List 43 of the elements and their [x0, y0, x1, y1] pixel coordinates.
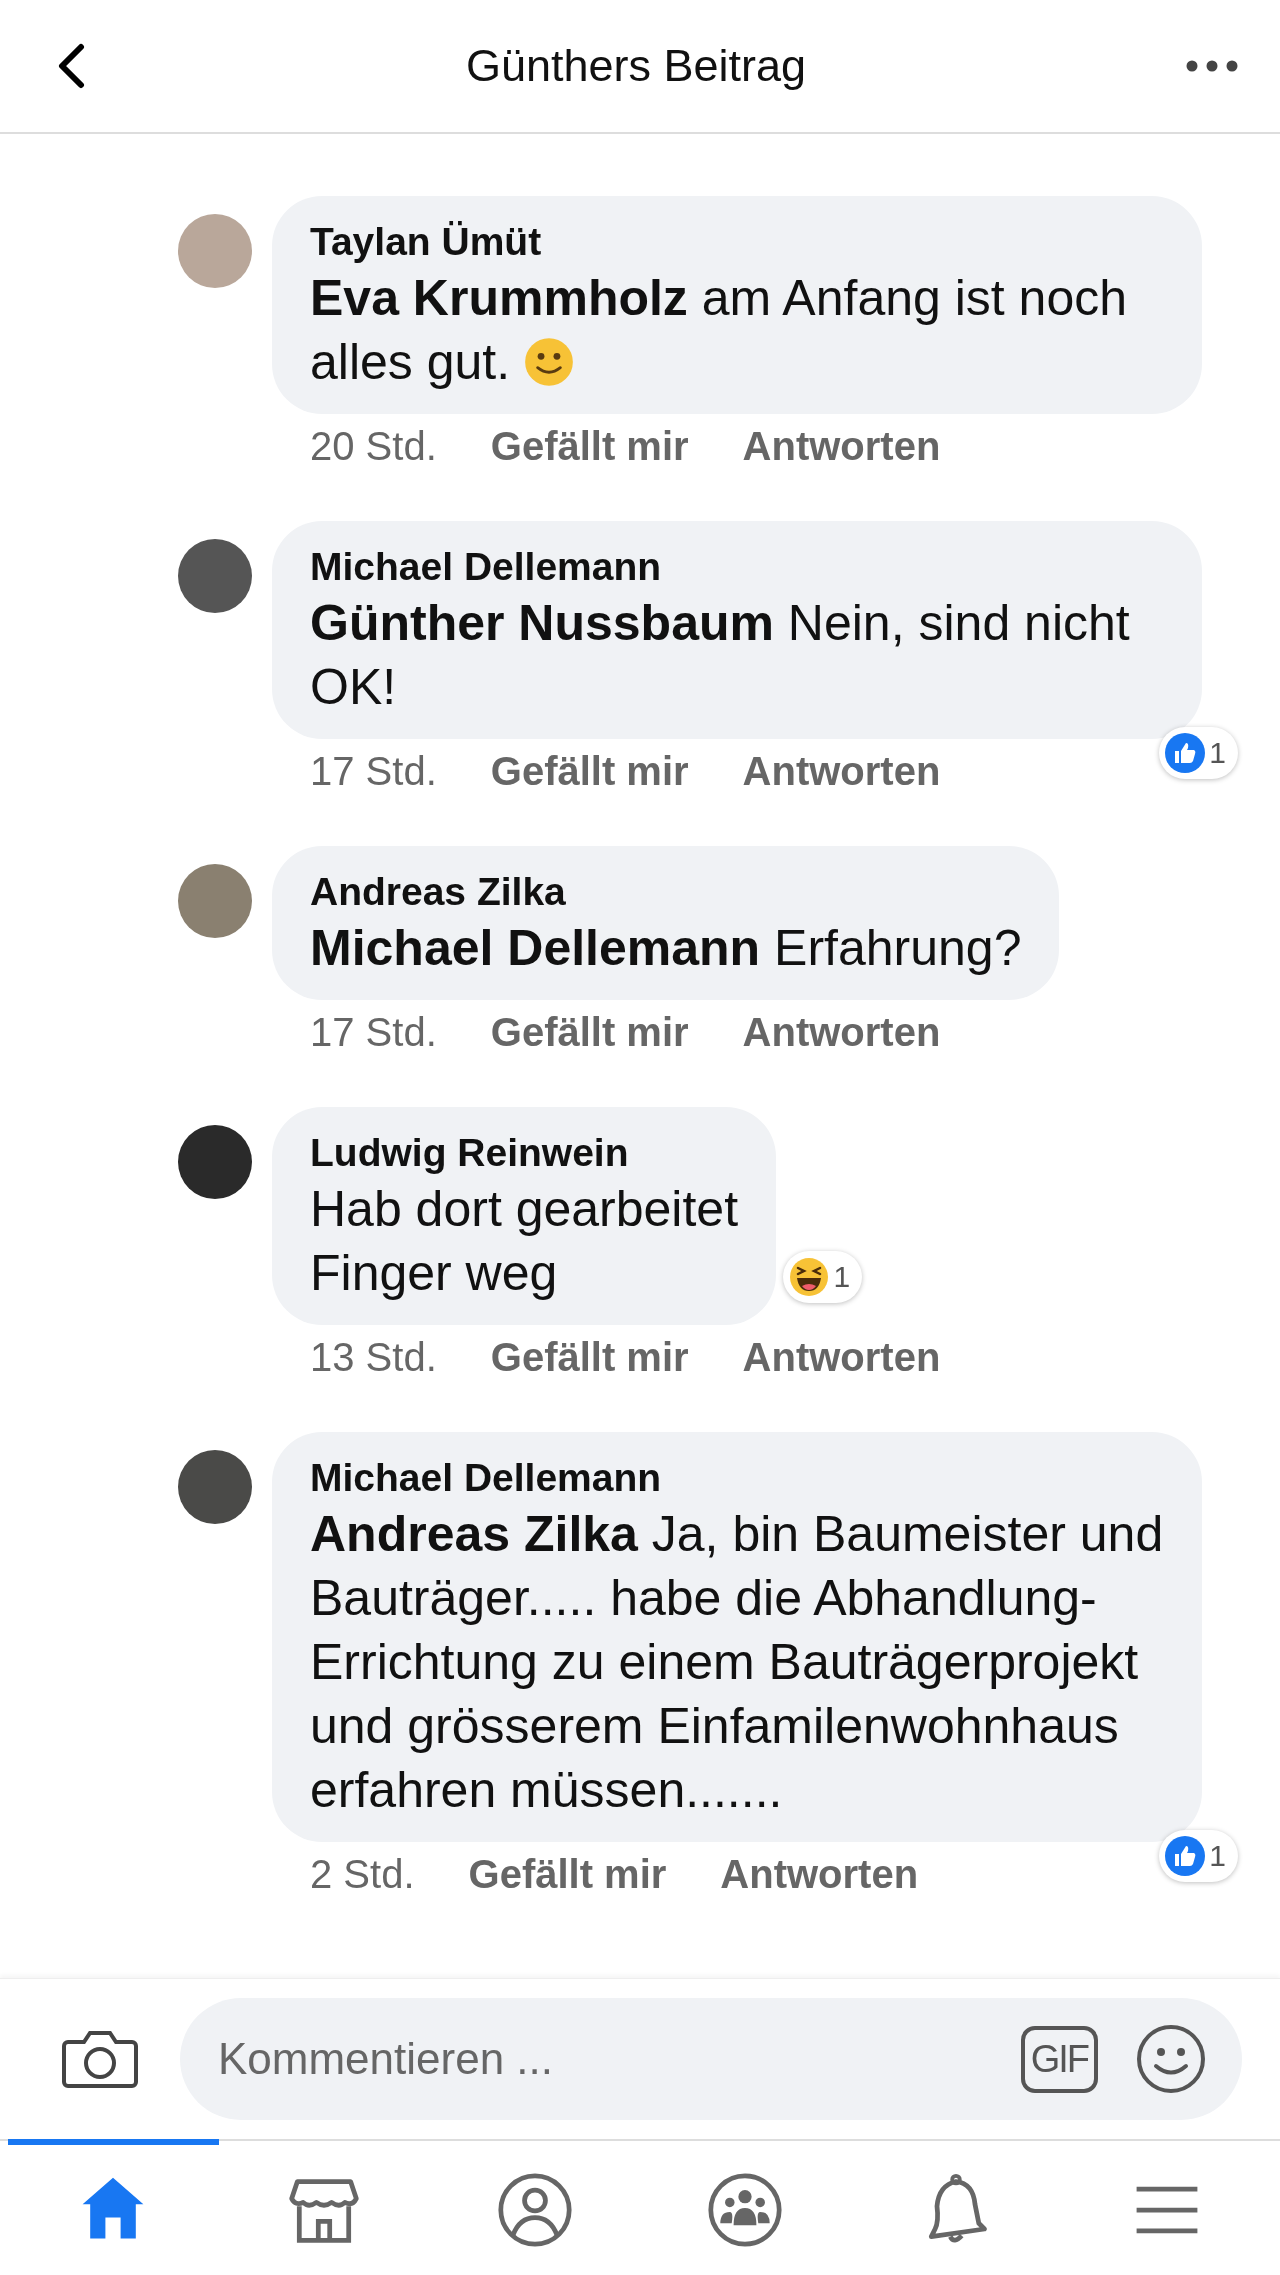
group-icon — [707, 2172, 784, 2248]
reply-link[interactable]: Antworten — [742, 1010, 941, 1055]
comment-time: 2 Std. — [310, 1852, 415, 1897]
comment-field[interactable]: Kommentieren ... GIF — [180, 1998, 1242, 2120]
like-link[interactable]: Gefällt mir — [490, 424, 689, 469]
author-name[interactable]: Michael Dellemann — [310, 1454, 1164, 1502]
comment-time: 17 Std. — [310, 749, 437, 794]
reaction-count: 1 — [833, 1260, 851, 1294]
reaction-badge[interactable]: 1 — [783, 1251, 863, 1303]
profile-icon — [496, 2172, 573, 2248]
comment-text: Andreas Zilka Ja, bin Baumeister und Bauträger..... habe die Abhandlung-Errichtung zu einem Bauträgerprojekt und grösserem Einfamilenwohnhaus erfahren müssen....... — [310, 1505, 1164, 1820]
reaction-badge[interactable]: 1 — [1159, 1830, 1238, 1882]
page-title: Günthers Beitrag — [465, 40, 807, 92]
more-icon[interactable] — [1186, 60, 1238, 72]
reply-link[interactable]: Antworten — [742, 424, 941, 469]
reply-link[interactable]: Antworten — [742, 749, 941, 794]
like-icon — [1165, 733, 1206, 773]
comment-time: 17 Std. — [310, 1010, 437, 1055]
like-icon — [1165, 1836, 1206, 1876]
author-name[interactable]: Taylan Ümüt — [310, 218, 1164, 266]
reaction-count: 1 — [1209, 1839, 1226, 1873]
back-icon[interactable] — [56, 43, 86, 89]
author-name[interactable]: Andreas Zilka — [310, 868, 1022, 916]
reply-link[interactable]: Antworten — [720, 1852, 919, 1897]
reply-link[interactable]: Antworten — [742, 1335, 941, 1380]
reaction-count: 1 — [1209, 736, 1226, 770]
comment-text: Günther Nussbaum Nein, sind nicht OK! — [310, 594, 1131, 717]
comment-text: Eva Krummholz am Anfang ist noch alles gut. — [310, 269, 1129, 392]
comment-time: 20 Std. — [310, 424, 437, 469]
like-link[interactable]: Gefällt mir — [490, 749, 689, 794]
author-name[interactable]: Ludwig Reinwein — [310, 1129, 739, 1177]
laughing-face-icon — [789, 1257, 830, 1297]
smiley-icon[interactable] — [1136, 2024, 1206, 2094]
author-name[interactable]: Michael Dellemann — [310, 543, 1164, 591]
like-link[interactable]: Gefällt mir — [468, 1852, 667, 1897]
comment-time: 13 Std. — [310, 1335, 437, 1380]
reaction-badge[interactable]: 1 — [1159, 727, 1238, 779]
gif-button[interactable]: GIF — [1020, 2025, 1098, 2093]
comment-text: Hab dort gearbeitet Finger weg — [310, 1180, 739, 1303]
camera-icon[interactable] — [62, 2028, 138, 2090]
comment-text: Michael Dellemann Erfahrung? — [310, 919, 1022, 978]
like-link[interactable]: Gefällt mir — [490, 1335, 689, 1380]
like-link[interactable]: Gefällt mir — [490, 1010, 689, 1055]
